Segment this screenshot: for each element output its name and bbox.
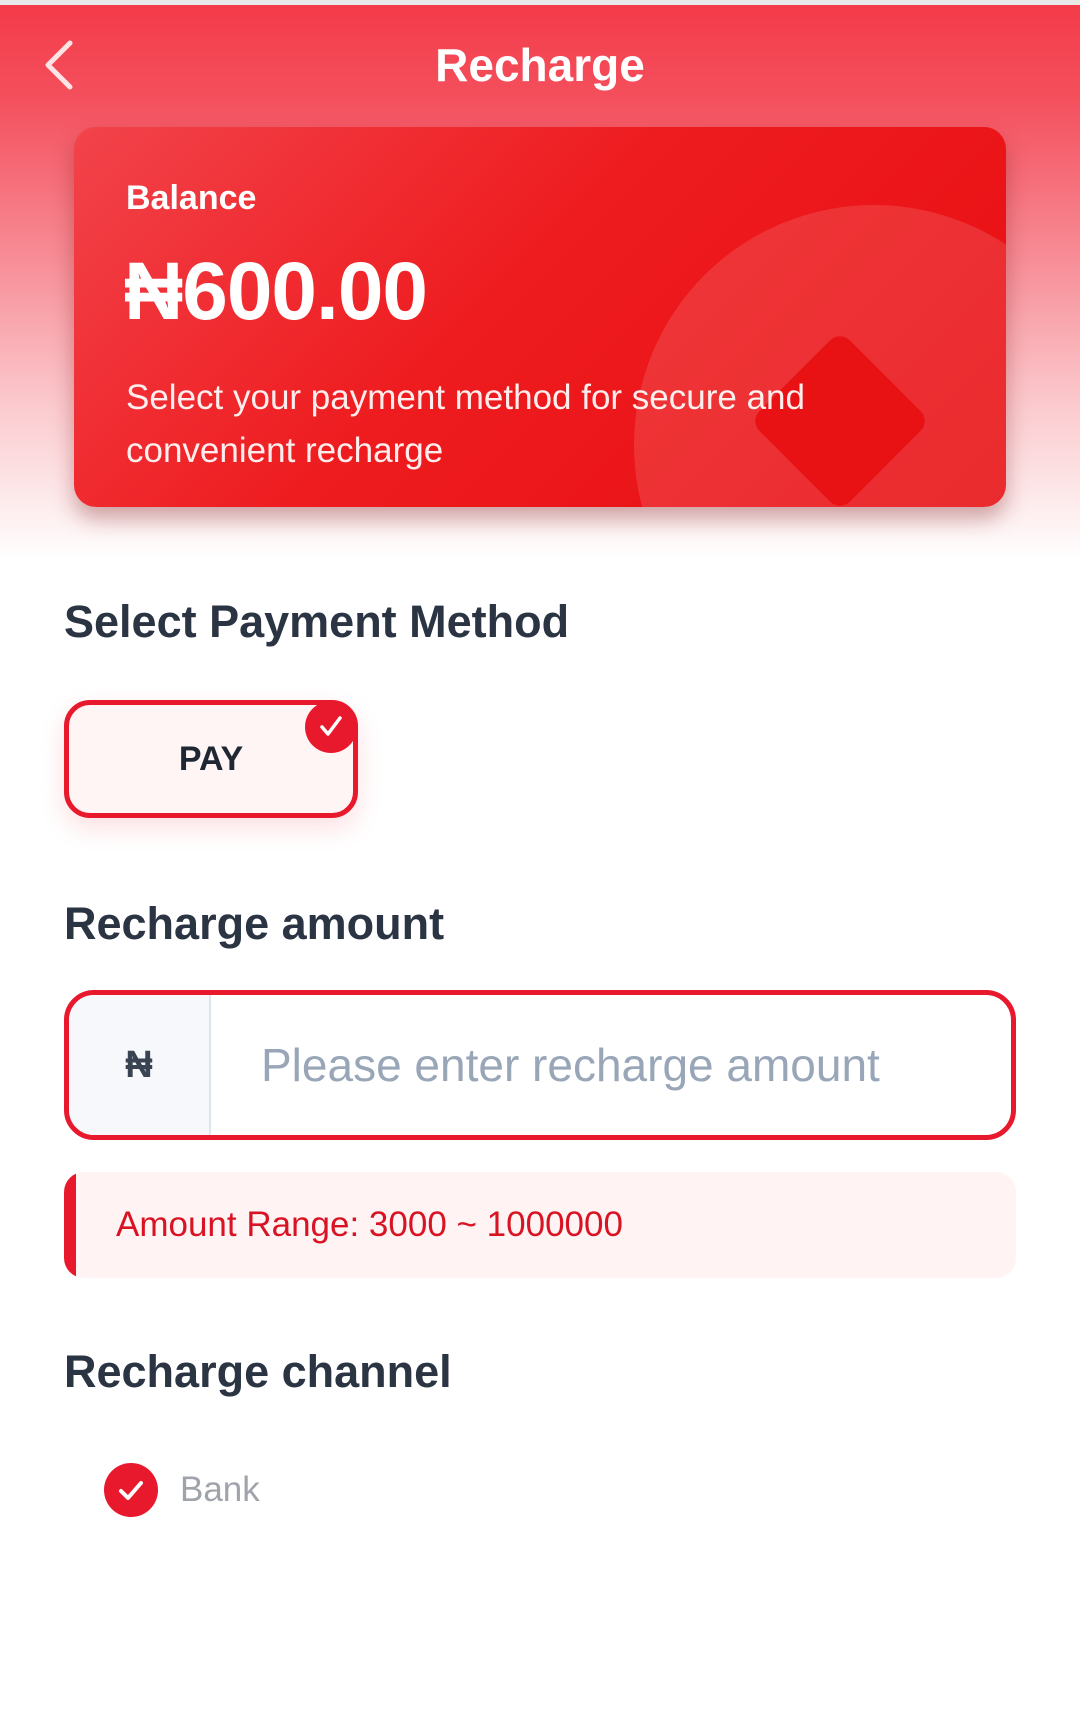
recharge-channel-title: Recharge channel — [64, 1346, 452, 1397]
range-accent-bar — [64, 1172, 76, 1278]
balance-amount: ₦600.00 — [124, 246, 428, 337]
recharge-amount-title: Recharge amount — [64, 898, 445, 949]
status-bar-divider — [0, 0, 1080, 5]
channel-option-bank[interactable]: Bank — [104, 1462, 260, 1518]
amount-range-notice: Amount Range: 3000 ~ 1000000 — [64, 1172, 1016, 1278]
channel-option-label: Bank — [180, 1470, 260, 1509]
currency-prefix: ₦ — [69, 995, 211, 1135]
checkmark-badge-icon — [305, 701, 357, 753]
amount-range-text: Amount Range: 3000 ~ 1000000 — [116, 1205, 623, 1244]
check-circle-icon — [104, 1463, 158, 1517]
balance-note: Select your payment method for secure an… — [126, 378, 805, 470]
amount-input-container: ₦ — [64, 990, 1016, 1140]
page-title: Recharge — [435, 39, 645, 91]
recharge-amount-input[interactable] — [219, 995, 999, 1135]
payment-option-pay[interactable]: PAY — [64, 700, 358, 818]
payment-method-title: Select Payment Method — [64, 596, 570, 647]
recharge-page: Recharge Balance ₦600.00 Select your pay… — [0, 0, 1080, 1712]
payment-option-label: PAY — [178, 739, 244, 778]
balance-label: Balance — [126, 179, 257, 217]
balance-card: Balance ₦600.00 Select your payment meth… — [74, 127, 1006, 507]
top-bar: Recharge — [0, 20, 1080, 110]
